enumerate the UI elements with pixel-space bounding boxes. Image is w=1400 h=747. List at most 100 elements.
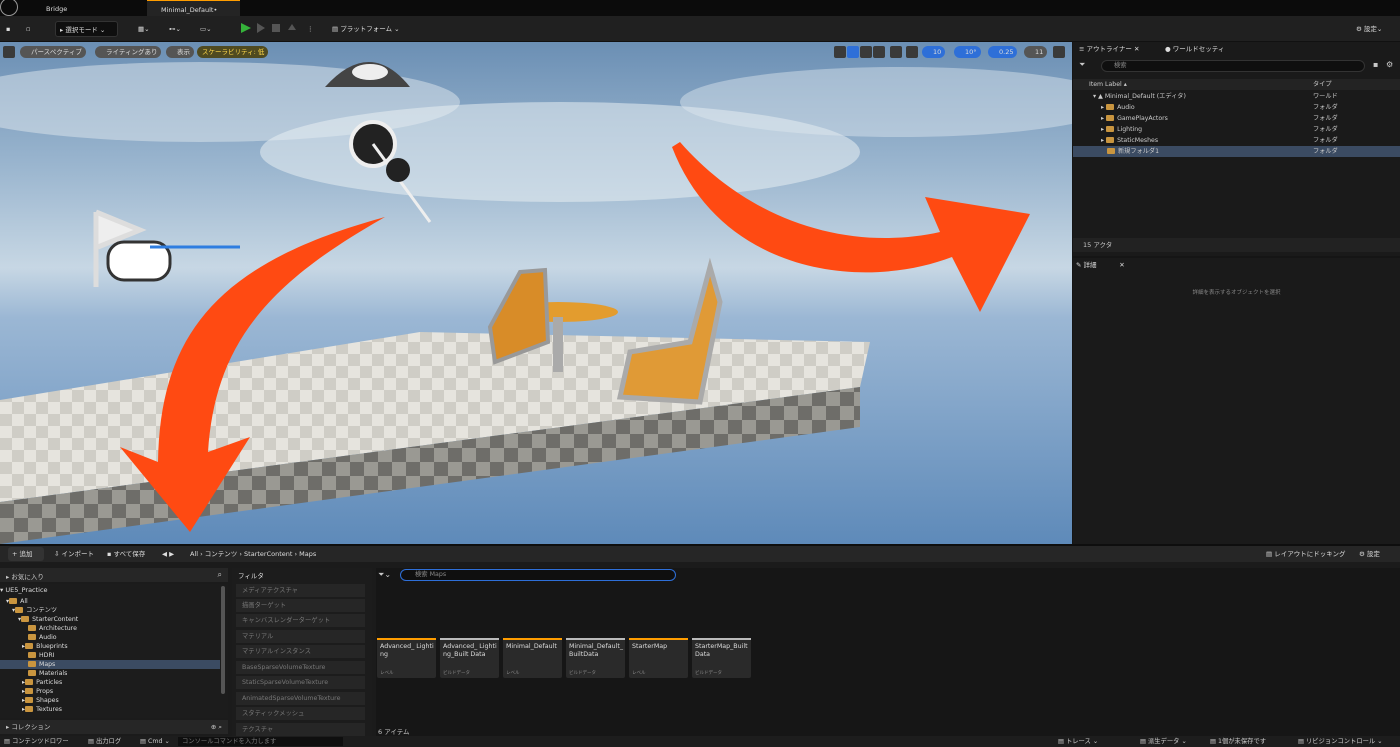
add-actor-icon[interactable]: ▦⌄ (134, 21, 158, 37)
tree-item[interactable]: ▸ Textures (0, 705, 220, 714)
settings-button[interactable]: ⚙ 設定⌄ (1352, 21, 1398, 37)
platform-button[interactable]: ▤ プラットフォーム ⌄ (328, 21, 404, 37)
collections-header[interactable]: ▸ コレクション ⊕ ⌕ (0, 720, 228, 734)
save-all-button[interactable]: ▪ すべて保存 (103, 547, 149, 561)
tree-item[interactable]: Audio (0, 633, 220, 642)
filter-item[interactable]: マテリアルインスタンス (236, 645, 365, 658)
crumb[interactable]: Maps (299, 550, 316, 558)
filter-item[interactable]: StaticSparseVolumeTexture (236, 676, 365, 689)
tree-item[interactable]: ▸ Particles (0, 678, 220, 687)
tree-item[interactable]: Architecture (0, 624, 220, 633)
asset-card[interactable]: StarterMap レベル (629, 584, 688, 678)
viewport-menu-icon[interactable] (3, 46, 15, 58)
tree-item[interactable]: ▸ Shapes (0, 696, 220, 705)
scale-tool-icon[interactable] (873, 46, 885, 58)
crumb[interactable]: All (190, 550, 198, 558)
content-icon[interactable]: ▫ (22, 21, 36, 37)
camera-speed-button[interactable]: 11 (1024, 46, 1048, 58)
outliner-row-selected[interactable]: 新規フォルダ1 フォルダ (1073, 146, 1400, 157)
tab-bridge[interactable]: Bridge (40, 0, 140, 16)
filter-item[interactable]: AnimatedSparseVolumeTexture (236, 692, 365, 705)
tree-item[interactable]: HDRI (0, 651, 220, 660)
filter-icon[interactable]: ⏷ (1079, 60, 1091, 72)
project-label[interactable]: ▾ UE5_Practice (0, 586, 220, 595)
view-mode-button[interactable]: パースペクティブ (20, 46, 86, 58)
maximize-viewport-icon[interactable] (1053, 46, 1065, 58)
breadcrumb[interactable]: All › コンテンツ › StarterContent › Maps (186, 547, 320, 561)
save-icon[interactable]: ▪ (2, 21, 14, 37)
derived-data-button[interactable]: ▤ 派生データ ⌄ (1140, 736, 1187, 747)
tab-outliner[interactable]: ≡ アウトライナー ✕ (1079, 42, 1159, 56)
blueprint-icon[interactable]: ⊷⌄ (165, 21, 189, 37)
stop-icon[interactable] (270, 21, 282, 35)
step-icon[interactable] (255, 21, 267, 35)
filter-item[interactable]: メディアテクスチャ (236, 584, 365, 597)
search-icon[interactable]: ⌕ (218, 570, 222, 580)
filter-item[interactable]: マテリアル (236, 630, 365, 643)
world-space-icon[interactable] (890, 46, 902, 58)
asset-card[interactable]: Advanced_ Lighting レベル (377, 584, 436, 678)
asset-card[interactable]: Minimal_Default レベル (503, 584, 562, 678)
output-log-button[interactable]: ▤ 出力ログ (88, 736, 121, 747)
cinematics-icon[interactable]: ▭⌄ (196, 21, 220, 37)
tree-item[interactable]: ▾ コンテンツ (0, 606, 220, 615)
filter-item[interactable]: スタティックメッシュ (236, 707, 365, 720)
col-label[interactable]: Item Label ▴ (1089, 79, 1127, 90)
unreal-logo-icon[interactable] (0, 0, 18, 16)
add-collection-icon[interactable]: ⊕ ⌕ (211, 720, 222, 734)
show-button[interactable]: 表示 (166, 46, 194, 58)
crumb[interactable]: StarterContent (244, 550, 292, 558)
outliner-row[interactable]: ▾ ▲ Minimal_Default (エディタ) ワールド (1073, 91, 1400, 102)
mode-select[interactable]: ▸ 選択モード ⌄ (55, 21, 118, 37)
col-type[interactable]: タイプ (1313, 79, 1332, 90)
outliner-row[interactable]: ▸ GamePlayActors フォルダ (1073, 113, 1400, 124)
more-icon[interactable]: ⋮ (303, 21, 314, 37)
trace-button[interactable]: ▤ トレース ⌄ (1058, 736, 1098, 747)
eject-icon[interactable] (286, 21, 298, 35)
history-nav-icon[interactable]: ◀ ▶ (158, 547, 178, 561)
select-tool-icon[interactable] (834, 46, 846, 58)
asset-card[interactable]: Minimal_Default_ BuiltData ビルドデータ (566, 584, 625, 678)
asset-search-input[interactable]: 検索 Maps (400, 569, 676, 581)
favorites-header[interactable]: ▸ お気に入り ⌕ (0, 568, 228, 582)
tree-item[interactable]: Materials (0, 669, 220, 678)
filter-item[interactable]: テクスチャ (236, 723, 365, 736)
filter-item[interactable]: 描画ターゲット (236, 599, 365, 612)
tree-item[interactable]: ▾ All (0, 597, 220, 606)
tree-scrollbar[interactable] (221, 586, 225, 694)
add-folder-icon[interactable]: ▪ (1373, 60, 1383, 72)
filter-item[interactable]: キャンバスレンダーターゲット (236, 614, 365, 627)
lighting-button[interactable]: ライティングあり (95, 46, 162, 58)
filter-item[interactable]: BaseSparseVolumeTexture (236, 661, 365, 674)
import-button[interactable]: ⇩ インポート (50, 547, 98, 561)
asset-card[interactable]: StarterMap_Built Data ビルドデータ (692, 584, 751, 678)
scalability-warning[interactable]: スケーラビリティ: 低 (197, 46, 269, 58)
outliner-row[interactable]: ▸ Lighting フォルダ (1073, 124, 1400, 135)
scale-snap-button[interactable]: 0.25 (988, 46, 1018, 58)
play-icon[interactable] (240, 21, 252, 35)
console-input[interactable]: コンソールコマンドを入力します (178, 737, 343, 746)
outliner-search-input[interactable]: 検索 (1101, 60, 1365, 72)
rotate-tool-icon[interactable] (860, 46, 872, 58)
content-settings-button[interactable]: ⚙ 設定 (1355, 547, 1384, 561)
level-viewport[interactable]: パースペクティブ ライティングあり 表示 スケーラビリティ: 低 10 10° … (0, 42, 1072, 544)
cmd-button[interactable]: ▤ Cmd ⌄ (140, 736, 170, 747)
tab-details[interactable]: ✎ 詳細 ✕ (1076, 258, 1156, 272)
tab-minimal-default[interactable]: Minimal_Default• (147, 0, 240, 16)
tree-item[interactable]: ▸ Blueprints (0, 642, 220, 651)
crumb[interactable]: コンテンツ (205, 550, 238, 558)
surface-snap-icon[interactable] (906, 46, 918, 58)
outliner-row[interactable]: ▸ Audio フォルダ (1073, 102, 1400, 113)
settings-icon[interactable]: ⚙ (1386, 60, 1396, 72)
asset-filter-icon[interactable]: ⏷⌄ (378, 570, 391, 580)
dock-layout-button[interactable]: ▤ レイアウトにドッキング (1262, 547, 1350, 561)
rotation-snap-button[interactable]: 10° (954, 46, 981, 58)
move-tool-icon[interactable] (847, 46, 859, 58)
grid-snap-button[interactable]: 10 (922, 46, 946, 58)
revision-control-button[interactable]: ▤ リビジョンコントロール ⌄ (1298, 736, 1383, 747)
tree-item[interactable]: ▸ Props (0, 687, 220, 696)
tab-world-settings[interactable]: ● ワールドセッティ (1165, 42, 1255, 56)
content-drawer-button[interactable]: ▤ コンテンツドロワー (4, 736, 69, 747)
outliner-row[interactable]: ▸ StaticMeshes フォルダ (1073, 135, 1400, 146)
tree-item[interactable]: ▾ StarterContent (0, 615, 220, 624)
